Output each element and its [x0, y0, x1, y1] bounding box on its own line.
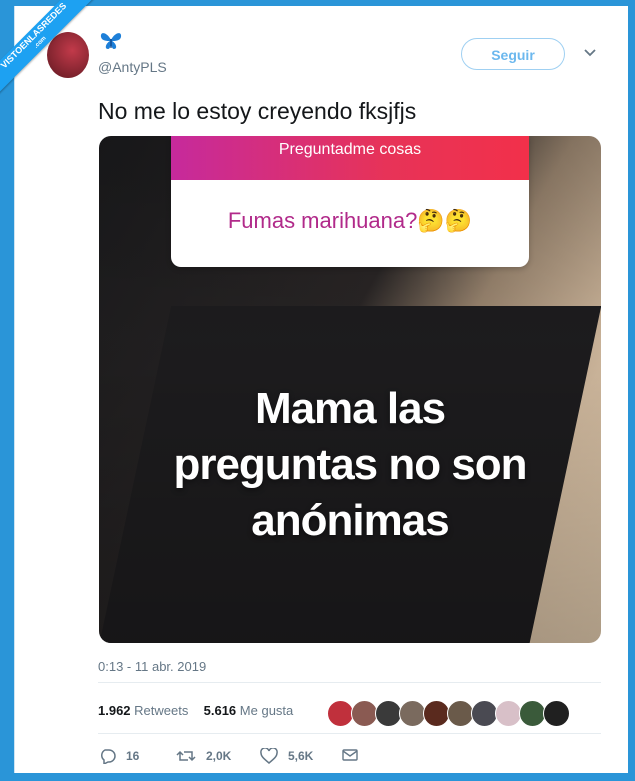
- question-header: Preguntadme cosas: [171, 136, 529, 180]
- overlay-caption: Mama las preguntas no son anónimas: [99, 381, 601, 549]
- reply-count: 16: [126, 749, 140, 763]
- liker-avatar[interactable]: [519, 700, 546, 727]
- reply-icon: [101, 749, 116, 764]
- account-handle[interactable]: @AntyPLS: [98, 59, 167, 75]
- question-text: Fumas marihuana?🤔🤔: [227, 208, 473, 233]
- tweet-card: @AntyPLS Seguir No me lo estoy creyendo …: [14, 6, 628, 773]
- avatar[interactable]: [47, 32, 89, 78]
- divider: [98, 682, 601, 683]
- liker-avatar[interactable]: [471, 700, 498, 727]
- direct-message-action[interactable]: [342, 748, 368, 762]
- retweets-label[interactable]: Retweets: [134, 703, 188, 718]
- retweets-count[interactable]: 1.962: [98, 703, 131, 718]
- follow-button[interactable]: Seguir: [461, 38, 565, 70]
- butterfly-icon: [100, 33, 122, 49]
- like-action[interactable]: 5,6K: [260, 748, 313, 764]
- liker-avatar[interactable]: [351, 700, 378, 727]
- tweet-stats: 1.962 Retweets 5.616 Me gusta: [98, 703, 293, 718]
- overlay-line: anónimas: [251, 496, 449, 545]
- liker-avatar[interactable]: [327, 700, 354, 727]
- tweet-text: No me lo estoy creyendo fksjfjs: [98, 98, 417, 124]
- liker-avatar[interactable]: [375, 700, 402, 727]
- liker-avatar[interactable]: [447, 700, 474, 727]
- liker-avatar[interactable]: [423, 700, 450, 727]
- question-sticker: Preguntadme cosas Fumas marihuana?🤔🤔: [171, 136, 529, 267]
- divider: [98, 733, 601, 734]
- likes-label[interactable]: Me gusta: [240, 703, 293, 718]
- overlay-line: Mama las: [254, 384, 446, 433]
- tweet-timestamp[interactable]: 0:13 - 11 abr. 2019: [98, 659, 206, 674]
- envelope-icon: [342, 749, 358, 761]
- heart-icon: [260, 748, 278, 764]
- retweet-count: 2,0K: [206, 749, 232, 763]
- likes-count[interactable]: 5.616: [204, 703, 237, 718]
- overlay-line: preguntas no son: [173, 440, 527, 489]
- chevron-down-icon[interactable]: [583, 48, 597, 58]
- liker-avatar[interactable]: [495, 700, 522, 727]
- reply-action[interactable]: 16: [98, 748, 139, 764]
- liker-avatar[interactable]: [543, 700, 570, 727]
- tweet-media-image[interactable]: Preguntadme cosas Fumas marihuana?🤔🤔 Mam…: [99, 136, 601, 643]
- retweet-icon: [176, 750, 196, 762]
- like-count: 5,6K: [288, 749, 314, 763]
- retweet-action[interactable]: 2,0K: [176, 748, 231, 764]
- liker-avatar[interactable]: [399, 700, 426, 727]
